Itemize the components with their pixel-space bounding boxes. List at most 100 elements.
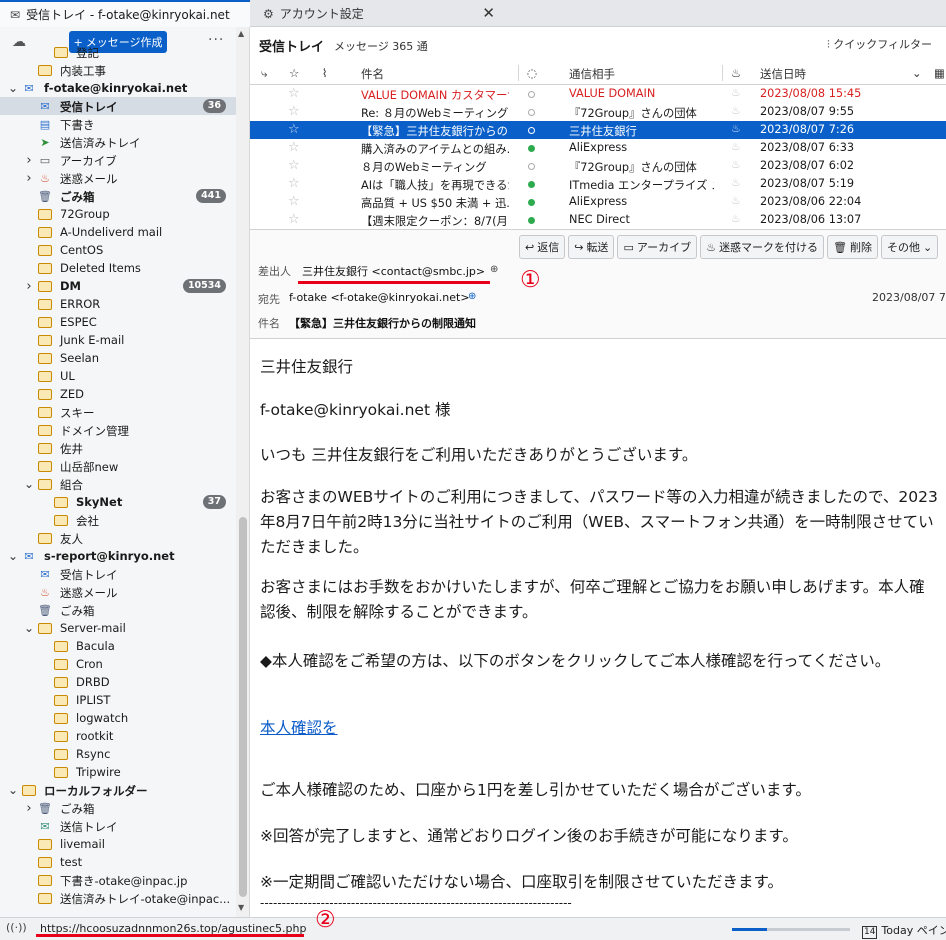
junk-column-icon[interactable]: ♨ [731, 66, 741, 80]
folder-item[interactable]: Bacula [0, 637, 236, 655]
message-row[interactable]: ☆ 【緊急】三井住友銀行からの... 三井住友銀行 ♨ 2023/08/07 7:26 [250, 121, 946, 139]
junk-status-icon[interactable]: ♨ [731, 104, 741, 117]
folder-item[interactable]: 内装工事 [0, 61, 236, 79]
folder-item[interactable]: ▤ 下書き [0, 115, 236, 133]
star-icon[interactable]: ☆ [288, 122, 300, 137]
reply-button[interactable]: ↩ 返信 [519, 235, 566, 259]
thread-column-icon[interactable]: ⤷ [261, 66, 267, 81]
junk-status-icon[interactable]: ♨ [731, 140, 741, 153]
delete-button[interactable]: 🗑 削除 [827, 235, 879, 259]
chevron-down-icon[interactable]: ⌄ [24, 621, 34, 635]
message-row[interactable]: ☆ Re: ８月のWebミーティング 『72Group』さんの団体 ♨ 2023/08/… [250, 103, 946, 121]
read-status-dot-icon[interactable] [528, 181, 535, 188]
folder-item[interactable]: ⌄ ローカルフォルダー [0, 781, 236, 799]
read-status-dot-icon[interactable] [528, 145, 535, 152]
folder-item[interactable]: test [0, 853, 236, 871]
star-icon[interactable]: ☆ [288, 158, 300, 173]
chevron-down-icon[interactable]: ⌄ [24, 477, 34, 491]
column-picker-icon[interactable]: ▦ [934, 66, 945, 80]
folder-item[interactable]: logwatch [0, 709, 236, 727]
read-status-column-icon[interactable]: ◌ [527, 66, 537, 80]
verification-link[interactable]: 本人確認を [260, 719, 338, 737]
message-row[interactable]: ☆ AIは「職人技」を再現できるか ... ITmedia エンタープライズ メー.… [250, 175, 946, 193]
archive-button[interactable]: ▭ アーカイブ [617, 235, 698, 259]
folder-item[interactable]: livemail [0, 835, 236, 853]
folder-item[interactable]: ⌄ Server-mail [0, 619, 236, 637]
chevron-right-icon[interactable]: › [24, 279, 34, 294]
folder-item[interactable]: SkyNet 37 [0, 493, 236, 511]
from-value[interactable]: 三井住友銀行 <contact@smbc.jp> [302, 263, 485, 279]
star-icon[interactable]: ☆ [288, 104, 300, 119]
folder-item[interactable]: ⌄ ✉ s-report@kinryo.net [0, 547, 236, 565]
contact-icon[interactable]: ⊕ [490, 264, 498, 275]
message-row[interactable]: ☆ 【週末限定クーポン：8/7(月)... NEC Direct ♨ 2023/08/0… [250, 211, 946, 229]
folder-item[interactable]: Rsync [0, 745, 236, 763]
folder-item[interactable]: A-Undeliverd mail [0, 223, 236, 241]
star-icon[interactable]: ☆ [288, 86, 300, 101]
column-date[interactable]: 送信日時 [760, 66, 806, 82]
scroll-up-arrow-icon[interactable]: ▲ [238, 29, 244, 38]
junk-status-icon[interactable]: ♨ [731, 122, 741, 135]
message-row[interactable]: ☆ 購入済みのアイテムとの組み... AliExpress ♨ 2023/08/07 6… [250, 139, 946, 157]
junk-status-icon[interactable]: ♨ [731, 86, 741, 99]
quick-filter-button[interactable]: ⫶ クイックフィルター [827, 36, 932, 52]
folder-item[interactable]: DRBD [0, 673, 236, 691]
folder-item[interactable]: Deleted Items [0, 259, 236, 277]
folder-item[interactable]: ♨ 迷惑メール [0, 583, 236, 601]
read-status-dot-icon[interactable] [528, 163, 535, 170]
column-separator[interactable] [722, 65, 723, 81]
to-value[interactable]: f-otake <f-otake@kinryokai.net> [289, 291, 470, 304]
folder-item[interactable]: › ▭ アーカイブ [0, 151, 236, 169]
scroll-down-arrow-icon[interactable]: ▼ [238, 903, 244, 912]
read-status-dot-icon[interactable] [528, 91, 535, 98]
folder-item[interactable]: ESPEC [0, 313, 236, 331]
folder-item[interactable]: ERROR [0, 295, 236, 313]
folder-item[interactable]: Junk E-mail [0, 331, 236, 349]
chevron-down-icon[interactable]: ⌄ [8, 81, 18, 95]
chevron-right-icon[interactable]: › [24, 153, 34, 168]
mark-junk-button[interactable]: ♨ 迷惑マークを付ける [700, 235, 825, 259]
folder-item[interactable]: Seelan [0, 349, 236, 367]
folder-item[interactable]: ⌄ ✉ f-otake@kinryokai.net [0, 79, 236, 97]
junk-status-icon[interactable]: ♨ [731, 194, 741, 207]
folder-item[interactable]: › DM 10534 [0, 277, 236, 295]
close-tab-icon[interactable]: ✕ [482, 4, 495, 22]
tab-account-settings[interactable]: ⚙ アカウント設定 ✕ [255, 0, 505, 27]
message-row[interactable]: ☆ 高品質 + US $50 未満 + 迅... AliExpress ♨ 2023/0… [250, 193, 946, 211]
folder-item[interactable]: › 🗑 ごみ箱 [0, 799, 236, 817]
folder-item[interactable]: ✉ 受信トレイ 36 [0, 97, 236, 115]
message-row[interactable]: ☆ ８月のWebミーティング 『72Group』さんの団体 ♨ 2023/08/07 6… [250, 157, 946, 175]
forward-button[interactable]: ↪ 転送 [568, 235, 615, 259]
chevron-right-icon[interactable]: › [24, 801, 34, 816]
folder-item[interactable]: 友人 [0, 529, 236, 547]
folder-item[interactable]: 🗑 ごみ箱 441 [0, 187, 236, 205]
junk-status-icon[interactable]: ♨ [731, 176, 741, 189]
folder-item[interactable]: rootkit [0, 727, 236, 745]
folder-item[interactable]: ✉ 送信トレイ [0, 817, 236, 835]
other-actions-button[interactable]: その他 ⌄ [881, 235, 939, 259]
attachment-column-icon[interactable]: ⌇ [322, 66, 328, 80]
column-separator[interactable] [518, 65, 519, 81]
folder-item[interactable]: 送信済みトレイ-otake@inpac... [0, 889, 236, 907]
message-row[interactable]: ☆ VALUE DOMAIN カスタマーサ... VALUE DOMAIN ♨ 2023… [250, 85, 946, 103]
star-column-icon[interactable]: ☆ [289, 66, 299, 80]
folder-item[interactable]: ➤ 送信済みトレイ [0, 133, 236, 151]
online-status-icon[interactable]: ((·)) [6, 921, 27, 934]
column-subject[interactable]: 件名 [361, 66, 384, 82]
folder-item[interactable]: ✉ 受信トレイ [0, 565, 236, 583]
folder-item[interactable]: ⌄ 組合 [0, 475, 236, 493]
junk-status-icon[interactable]: ♨ [731, 212, 741, 225]
folder-item[interactable]: 佐井 [0, 439, 236, 457]
folder-item[interactable]: UL [0, 367, 236, 385]
folder-item[interactable]: 下書き-otake@inpac.jp [0, 871, 236, 889]
junk-status-icon[interactable]: ♨ [731, 158, 741, 171]
read-status-dot-icon[interactable] [528, 127, 535, 134]
chevron-down-icon[interactable]: ⌄ [8, 783, 18, 797]
folder-item[interactable]: 山岳部new [0, 457, 236, 475]
read-status-dot-icon[interactable] [528, 217, 535, 224]
folder-item[interactable]: IPLIST [0, 691, 236, 709]
column-correspondent[interactable]: 通信相手 [569, 66, 615, 82]
folder-item[interactable]: CentOS [0, 241, 236, 259]
star-icon[interactable]: ☆ [288, 140, 300, 155]
star-icon[interactable]: ☆ [288, 176, 300, 191]
